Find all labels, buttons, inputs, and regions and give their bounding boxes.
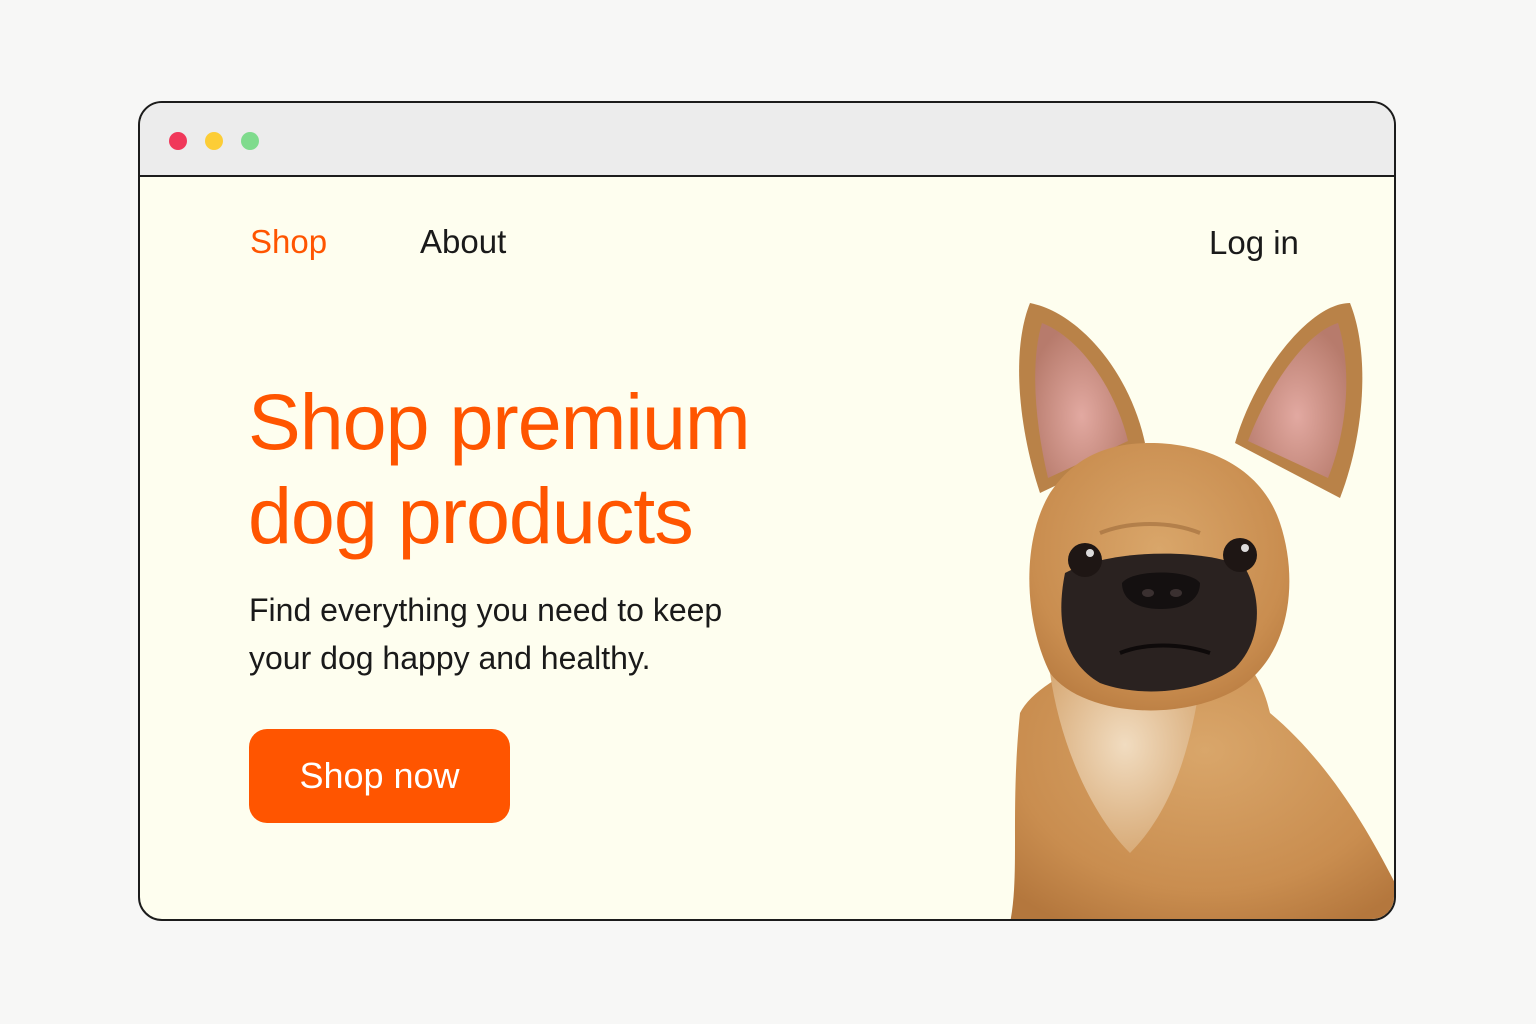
close-window-icon[interactable] — [169, 132, 187, 150]
browser-titlebar — [140, 103, 1394, 177]
hero-subtitle: Find everything you need to keep your do… — [249, 586, 809, 682]
maximize-window-icon[interactable] — [241, 132, 259, 150]
login-link[interactable]: Log in — [1209, 223, 1299, 263]
browser-window: Shop About Log in Shop premium dog produ… — [138, 101, 1396, 921]
nav-link-about[interactable]: About — [420, 222, 506, 262]
hero-title-line-2: dog products — [248, 471, 694, 560]
hero-title: Shop premium dog products — [248, 375, 751, 563]
hero-title-line-1: Shop premium — [248, 377, 751, 466]
shop-now-button[interactable]: Shop now — [249, 729, 510, 823]
hero-subtitle-line-2: your dog happy and healthy. — [249, 640, 651, 676]
nav-link-shop[interactable]: Shop — [250, 222, 327, 262]
minimize-window-icon[interactable] — [205, 132, 223, 150]
french-bulldog-image — [1010, 303, 1394, 919]
hero-subtitle-line-1: Find everything you need to keep — [249, 592, 723, 628]
